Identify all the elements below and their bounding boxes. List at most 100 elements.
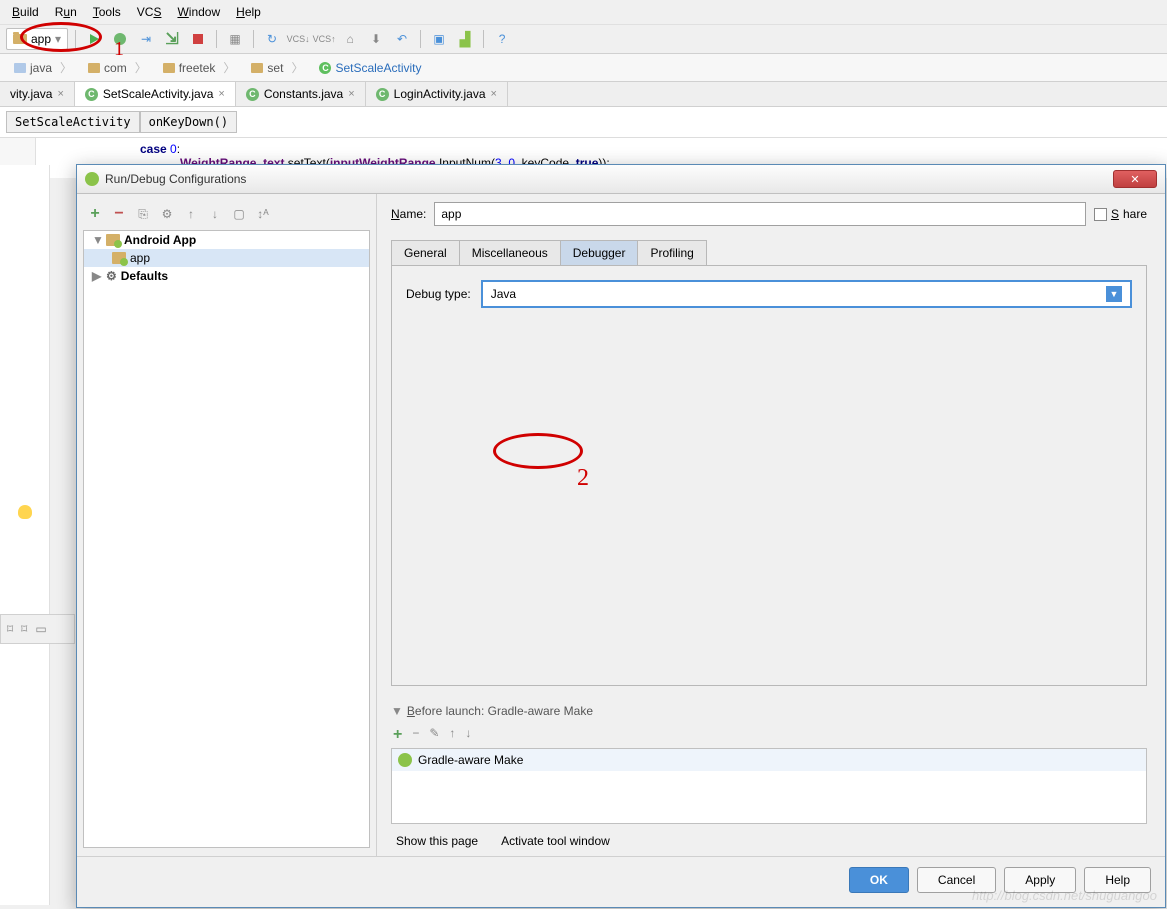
breadcrumb-code: SetScaleActivity onKeyDown(): [0, 107, 1167, 138]
tree-defaults[interactable]: ▶⚙Defaults: [84, 267, 369, 285]
ok-button[interactable]: OK: [849, 867, 909, 893]
layout-icon: ▦: [229, 32, 240, 46]
bl-down-button[interactable]: ↓: [465, 726, 471, 744]
run-button[interactable]: [83, 28, 105, 50]
class-icon: C: [376, 88, 389, 101]
class-icon: C: [85, 88, 98, 101]
checkbox-icon: [1094, 208, 1107, 221]
toolbar-btn1[interactable]: ▦: [224, 28, 246, 50]
package-icon: [163, 63, 175, 73]
sync-button[interactable]: ↻: [261, 28, 283, 50]
help-button[interactable]: ?: [491, 28, 513, 50]
bl-up-button[interactable]: ↑: [449, 726, 455, 744]
sort-button[interactable]: ↕ᴬ: [255, 206, 271, 222]
crumb-java[interactable]: java: [6, 57, 80, 78]
gutter-strip: [0, 165, 50, 905]
tab-debugger[interactable]: Debugger: [560, 240, 639, 265]
wrench-icon: ⚙: [106, 269, 117, 283]
bl-remove-button[interactable]: −: [412, 726, 419, 744]
up-button[interactable]: ↑: [183, 206, 199, 222]
folder-icon: [14, 63, 26, 73]
menu-tools[interactable]: Tools: [85, 2, 129, 22]
stop-button[interactable]: [187, 28, 209, 50]
debug-toolbar-btn[interactable]: ⇥: [135, 28, 157, 50]
code-method[interactable]: onKeyDown(): [140, 111, 237, 133]
play-icon: [90, 34, 99, 44]
crumb-class[interactable]: CSetScaleActivity: [311, 59, 437, 77]
config-tree-panel: + − ⎘ ⚙ ↑ ↓ ▢ ↕ᴬ ▼Android App app ▶⚙Defa…: [77, 194, 377, 856]
vcs-down-icon: VCS↓: [287, 34, 310, 44]
close-icon[interactable]: ×: [218, 88, 224, 100]
dialog-titlebar[interactable]: Run/Debug Configurations ✕: [77, 165, 1165, 194]
vcs-pull[interactable]: VCS↓: [287, 28, 309, 50]
tab-general[interactable]: General: [391, 240, 460, 265]
crumb-freetek[interactable]: freetek: [155, 57, 244, 78]
bl-add-button[interactable]: +: [393, 726, 402, 744]
config-tree[interactable]: ▼Android App app ▶⚙Defaults: [83, 230, 370, 848]
before-launch-label: Before launch: Gradle-aware Make: [407, 704, 593, 718]
close-icon[interactable]: ×: [57, 88, 63, 100]
share-checkbox[interactable]: Share: [1094, 207, 1147, 221]
tab-setscale[interactable]: CSetScaleActivity.java×: [75, 82, 236, 106]
menu-run[interactable]: Run: [47, 2, 85, 22]
debug-type-select[interactable]: Java ▼: [481, 280, 1132, 308]
structure-button[interactable]: ▣: [428, 28, 450, 50]
menu-window[interactable]: Window: [169, 2, 228, 22]
editor-tabs: vity.java× CSetScaleActivity.java× CCons…: [0, 82, 1167, 107]
undo-icon: ↶: [397, 32, 407, 46]
menu-help[interactable]: Help: [228, 2, 269, 22]
collapse-arrow-icon[interactable]: ▼: [391, 704, 403, 718]
bl-edit-button[interactable]: ✎: [429, 726, 439, 744]
avd-button[interactable]: ⌂: [339, 28, 361, 50]
tool-icon2[interactable]: ⌑: [21, 622, 27, 636]
undo-button[interactable]: ↶: [391, 28, 413, 50]
crumb-set[interactable]: set: [243, 57, 311, 78]
tool-icon3[interactable]: ▭: [35, 622, 46, 636]
stop-icon: [193, 34, 203, 44]
add-button[interactable]: +: [87, 206, 103, 222]
annotation-number-2: 2: [577, 465, 589, 492]
attach-button[interactable]: ⇲: [161, 28, 183, 50]
android-icon: ▟: [460, 31, 471, 48]
show-this-page-checkbox[interactable]: Show this page: [391, 834, 478, 848]
tab-constants[interactable]: CConstants.java×: [236, 82, 366, 106]
copy-button[interactable]: ⎘: [135, 206, 151, 222]
tree-app[interactable]: app: [84, 249, 369, 267]
tree-android-app[interactable]: ▼Android App: [84, 231, 369, 249]
folder-icon: [13, 34, 27, 44]
close-icon[interactable]: ×: [348, 88, 354, 100]
vcs-push[interactable]: VCS↑: [313, 28, 335, 50]
remove-button[interactable]: −: [111, 206, 127, 222]
sync-icon: ↻: [267, 32, 277, 46]
tool-icon[interactable]: ⌑: [7, 622, 13, 636]
dialog-close-button[interactable]: ✕: [1113, 170, 1157, 188]
chevron-down-icon: ▾: [55, 32, 61, 46]
menu-build[interactable]: BBuilduild: [4, 2, 47, 22]
class-icon: C: [246, 88, 259, 101]
tab-login[interactable]: CLoginActivity.java×: [366, 82, 508, 106]
help-icon: ?: [499, 32, 506, 46]
sdk-button[interactable]: ⬇: [365, 28, 387, 50]
settings-button[interactable]: ⚙: [159, 206, 175, 222]
tab-profiling[interactable]: Profiling: [637, 240, 706, 265]
before-launch-item[interactable]: Gradle-aware Make: [392, 749, 1146, 771]
code-class[interactable]: SetScaleActivity: [6, 111, 140, 133]
folder-button[interactable]: ▢: [231, 206, 247, 222]
name-input[interactable]: [434, 202, 1086, 226]
activate-tool-window-checkbox[interactable]: Activate tool window: [496, 834, 610, 848]
before-launch-list[interactable]: Gradle-aware Make: [391, 748, 1147, 824]
close-icon[interactable]: ×: [491, 88, 497, 100]
android-button[interactable]: ▟: [454, 28, 476, 50]
down-button[interactable]: ↓: [207, 206, 223, 222]
before-launch-toolbar: + − ✎ ↑ ↓: [391, 722, 1147, 748]
menu-vcs[interactable]: VCS: [129, 2, 170, 22]
run-config-selector[interactable]: app ▾: [6, 28, 68, 50]
download-icon: ⬇: [371, 32, 381, 46]
arrow-icon: ⇥: [141, 32, 151, 46]
intention-bulb-icon[interactable]: [18, 505, 32, 519]
menu-bar: BBuilduild Run Tools VCS Window Help: [0, 0, 1167, 25]
tab-vity[interactable]: vity.java×: [0, 82, 75, 106]
watermark: http://blog.csdn.net/shuguangoo: [972, 888, 1157, 903]
tab-misc[interactable]: Miscellaneous: [459, 240, 561, 265]
tree-toolbar: + − ⎘ ⚙ ↑ ↓ ▢ ↕ᴬ: [83, 202, 370, 226]
